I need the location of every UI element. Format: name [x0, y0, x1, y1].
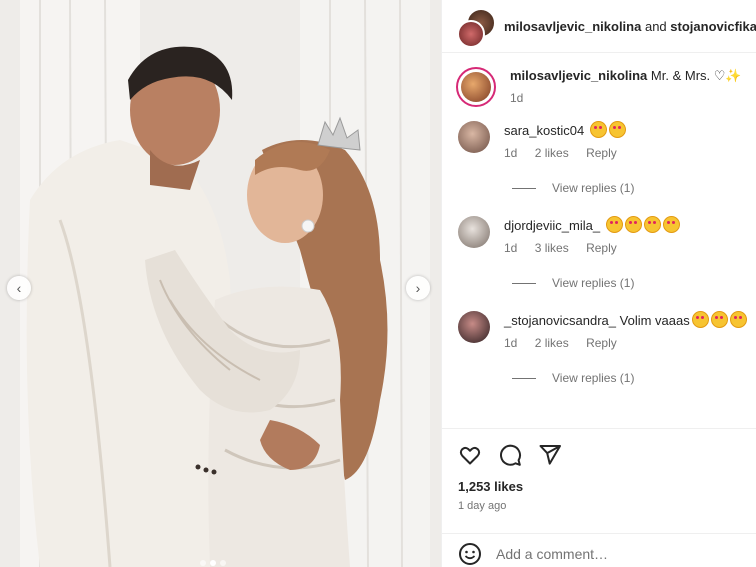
likes-count[interactable]: 1,253 likes — [442, 479, 756, 494]
smiling-hearts-emoji-icon — [691, 311, 709, 328]
heart-outline-icon: ♡ — [713, 68, 726, 83]
header-user2[interactable]: stojanovicfika — [670, 19, 756, 34]
reply-button[interactable]: Reply — [586, 336, 617, 350]
view-replies-label: View replies (1) — [552, 276, 635, 290]
avatar — [457, 20, 485, 48]
chevron-right-icon: › — [415, 280, 421, 296]
comment-likes[interactable]: 3 likes — [535, 241, 569, 255]
carousel-next-button[interactable]: › — [406, 276, 430, 300]
comment-time: 1d — [504, 336, 518, 350]
comment-likes[interactable]: 2 likes — [535, 146, 569, 160]
add-comment-input[interactable]: Add a comment… — [496, 546, 608, 562]
heart-eyes-emoji-icon — [605, 216, 623, 233]
header-usernames: milosavljevic_nikolina and stojanovicfik… — [504, 19, 756, 34]
carousel-prev-button[interactable]: ‹ — [7, 276, 31, 300]
smiling-hearts-emoji-icon — [710, 311, 728, 328]
heart-eyes-emoji-icon — [643, 216, 661, 233]
view-replies-button[interactable]: View replies (1) — [512, 178, 756, 198]
view-replies-button[interactable]: View replies (1) — [512, 273, 756, 293]
heart-eyes-emoji-icon — [624, 216, 642, 233]
share-icon[interactable] — [538, 443, 562, 467]
avatar[interactable] — [458, 311, 490, 343]
reply-button[interactable]: Reply — [586, 241, 617, 255]
post-actions: 1,253 likes 1 day ago — [442, 428, 756, 512]
post-sidebar: milosavljevic_nikolina and stojanovicfik… — [441, 0, 756, 567]
post-header: milosavljevic_nikolina and stojanovicfik… — [442, 0, 756, 53]
caption-text: Mr. & Mrs. — [650, 68, 711, 83]
comment-item: djordjeviic_mila_ 1d 3 likes Reply — [456, 216, 756, 257]
carousel-dot — [200, 560, 206, 566]
comment-time: 1d — [504, 146, 518, 160]
caption: milosavljevic_nikolina Mr. & Mrs. ♡✨ 1d — [456, 67, 756, 107]
post-photo[interactable]: ‹ › — [0, 0, 441, 567]
comment-username[interactable]: djordjeviic_mila_ — [504, 218, 600, 233]
carousel-dot — [220, 560, 226, 566]
comment-icon[interactable] — [498, 443, 522, 467]
heart-eyes-emoji-icon — [589, 121, 607, 138]
wedding-photo-illustration — [0, 0, 441, 567]
view-replies-button[interactable]: View replies (1) — [512, 368, 756, 388]
comment-time: 1d — [504, 241, 518, 255]
comment-item: _stojanovicsandra_ Volim vaaas 1d 2 like… — [456, 311, 756, 352]
heart-eyes-emoji-icon — [608, 121, 626, 138]
avatar[interactable] — [456, 67, 496, 107]
comment-username[interactable]: _stojanovicsandra_ — [504, 313, 616, 328]
heart-icon[interactable] — [458, 443, 482, 467]
sparkles-icon: ✨ — [725, 68, 742, 83]
caption-username[interactable]: milosavljevic_nikolina — [510, 68, 647, 83]
comment-username[interactable]: sara_kostic04 — [504, 123, 584, 138]
comment-text: Volim vaaas — [619, 313, 690, 328]
reply-button[interactable]: Reply — [586, 146, 617, 160]
view-replies-label: View replies (1) — [552, 371, 635, 385]
emoji-icon[interactable] — [458, 542, 482, 566]
chevron-left-icon: ‹ — [16, 280, 22, 296]
add-comment-bar: Add a comment… — [442, 533, 756, 567]
post-timestamp: 1 day ago — [458, 500, 507, 512]
carousel-indicator — [200, 560, 226, 566]
collab-avatars[interactable] — [456, 6, 496, 48]
view-replies-label: View replies (1) — [552, 181, 635, 195]
heart-eyes-emoji-icon — [662, 216, 680, 233]
header-joiner: and — [644, 18, 667, 34]
avatar[interactable] — [458, 121, 490, 153]
smiling-hearts-emoji-icon — [729, 311, 747, 328]
avatar[interactable] — [458, 216, 490, 248]
caption-time: 1d — [510, 91, 524, 105]
comment-item: sara_kostic04 1d 2 likes Reply — [456, 121, 756, 162]
comment-likes[interactable]: 2 likes — [535, 336, 569, 350]
comments-list: milosavljevic_nikolina Mr. & Mrs. ♡✨ 1d … — [442, 67, 756, 388]
header-user1[interactable]: milosavljevic_nikolina — [504, 19, 641, 34]
carousel-dot-active — [210, 560, 216, 566]
